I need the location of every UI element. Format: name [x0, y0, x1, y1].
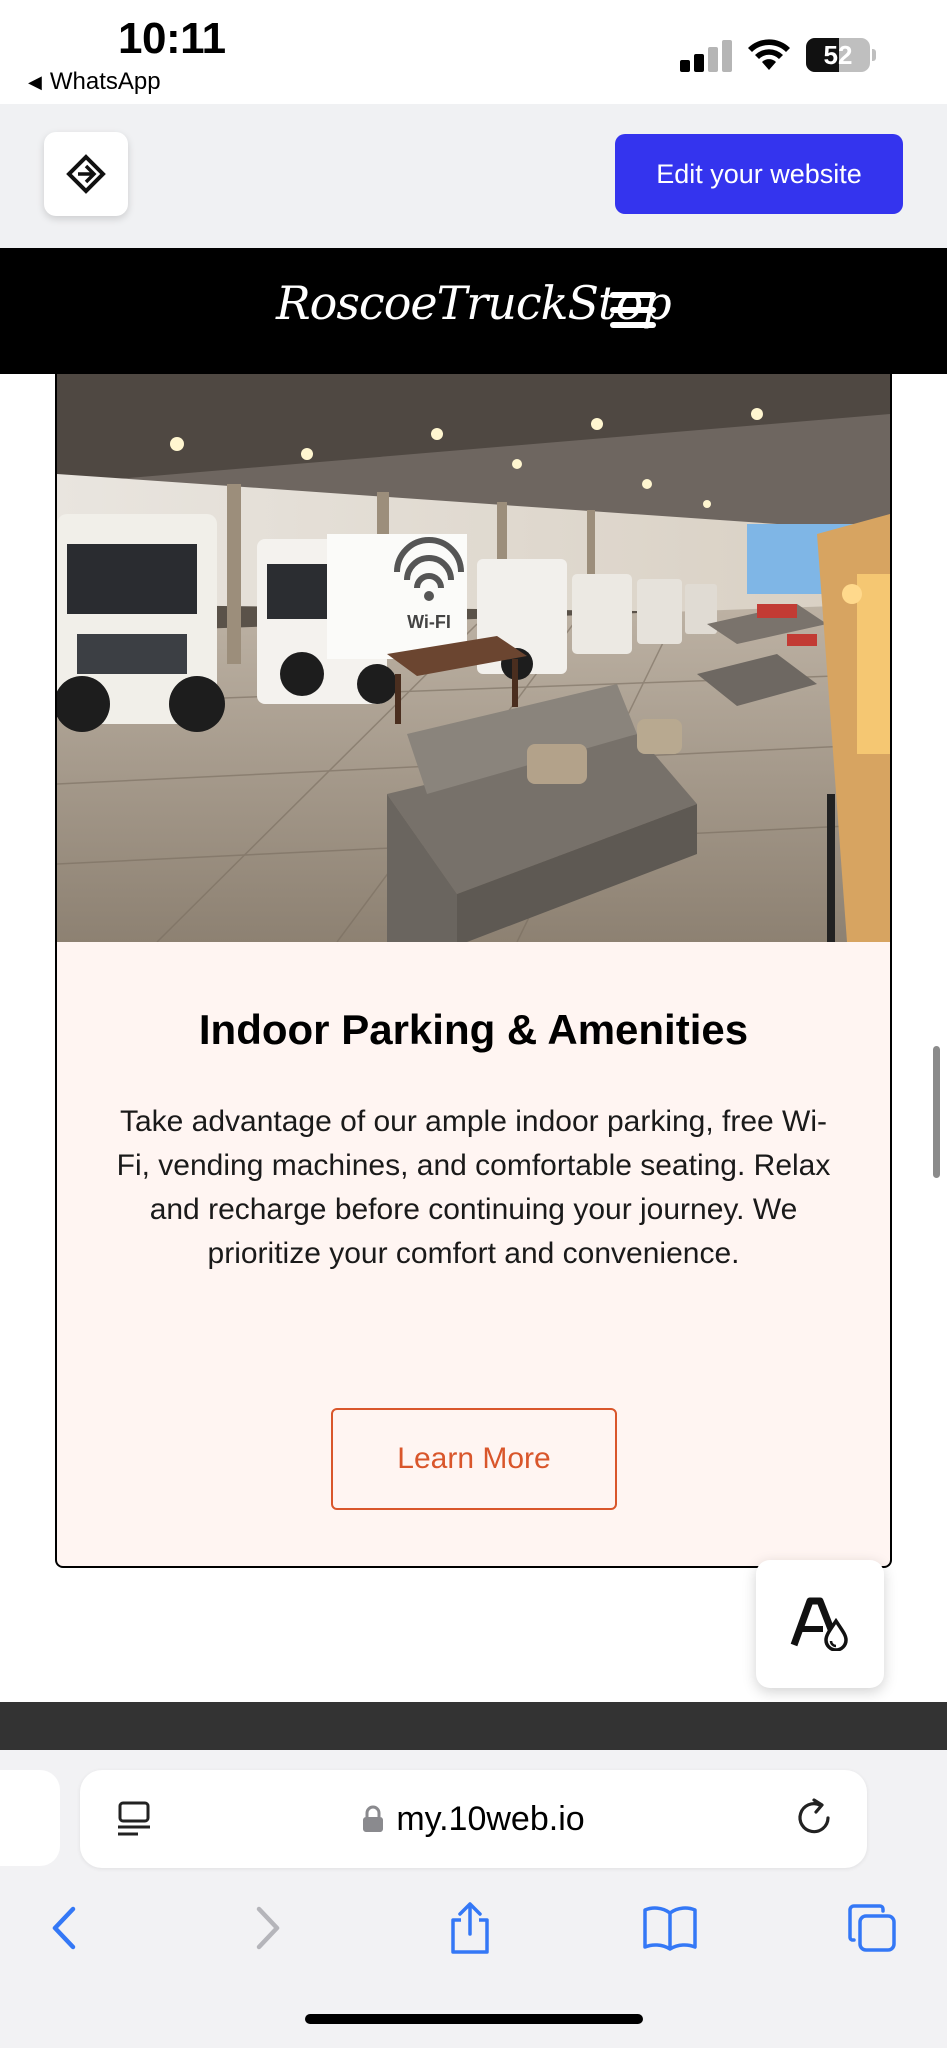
card-description: Take advantage of our ample indoor parki… — [116, 1105, 831, 1270]
status-bar: 10:11 ◀ WhatsApp 52 — [0, 0, 947, 104]
forward-icon[interactable] — [238, 1898, 298, 1958]
back-triangle-icon: ◀ — [28, 71, 42, 92]
battery-icon: 52 — [806, 38, 876, 72]
tabs-icon[interactable] — [842, 1898, 902, 1958]
indoor-parking-image: Wi-FI — [57, 374, 890, 942]
builder-logo-button[interactable] — [44, 132, 128, 216]
diamond-logo-icon — [66, 154, 106, 194]
back-to-app-link[interactable]: ◀ WhatsApp — [28, 68, 161, 96]
site-header: RoscoeTruckStop — [0, 248, 947, 374]
page: 10:11 ◀ WhatsApp 52 Edit your website Ro… — [0, 0, 947, 2048]
amenities-card: Wi-FI Indoor Parking & Amenities Take ad… — [55, 374, 892, 1568]
back-app-label: WhatsApp — [49, 68, 161, 95]
url-text: my.10web.io — [396, 1799, 585, 1838]
home-indicator — [305, 2014, 643, 2024]
card-title: Indoor Parking & Amenities — [198, 1006, 749, 1053]
truck-stop-illustration: Wi-FI — [57, 374, 890, 942]
site-footer — [0, 1702, 947, 1750]
contrast-font-icon — [790, 1597, 848, 1651]
wifi-sign-text: Wi-FI — [407, 612, 451, 632]
accessibility-button[interactable] — [756, 1560, 884, 1688]
scroll-indicator[interactable] — [933, 1046, 940, 1178]
address-bar[interactable]: my.10web.io — [80, 1770, 867, 1868]
bookmarks-icon[interactable] — [640, 1898, 700, 1958]
previous-tab-preview[interactable] — [0, 1770, 60, 1866]
learn-more-button[interactable]: Learn More — [331, 1408, 617, 1510]
share-icon[interactable] — [440, 1898, 500, 1958]
lock-icon — [363, 1805, 384, 1832]
editor-toolbar: Edit your website — [0, 104, 947, 248]
battery-percent: 52 — [823, 40, 853, 70]
hamburger-menu-icon[interactable] — [610, 292, 656, 328]
wifi-icon — [748, 39, 790, 70]
browser-toolbar: my.10web.io — [0, 1750, 947, 2048]
cellular-signal-icon — [680, 38, 732, 72]
edit-website-button[interactable]: Edit your website — [615, 134, 903, 214]
back-icon[interactable] — [34, 1898, 94, 1958]
reload-icon[interactable] — [794, 1798, 834, 1838]
status-time: 10:11 — [118, 14, 226, 63]
